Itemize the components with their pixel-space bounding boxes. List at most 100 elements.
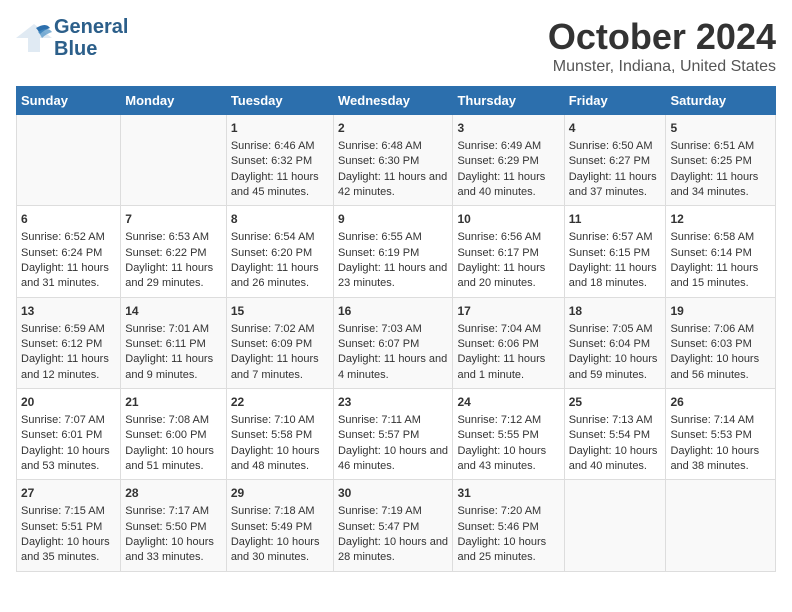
- day-number: 31: [457, 485, 559, 502]
- calendar-cell: 19Sunrise: 7:06 AMSunset: 6:03 PMDayligh…: [666, 297, 776, 388]
- cell-content: Sunrise: 6:52 AM: [21, 230, 116, 245]
- cell-content: Sunset: 6:06 PM: [457, 337, 559, 352]
- day-number: 2: [338, 120, 448, 137]
- cell-content: Sunset: 6:04 PM: [569, 337, 662, 352]
- cell-content: Sunrise: 7:08 AM: [125, 413, 222, 428]
- cell-content: Sunset: 6:11 PM: [125, 337, 222, 352]
- day-number: 18: [569, 303, 662, 320]
- day-number: 22: [231, 394, 329, 411]
- logo-general: General: [54, 16, 128, 38]
- calendar-cell: 25Sunrise: 7:13 AMSunset: 5:54 PMDayligh…: [564, 389, 666, 480]
- calendar-cell: [666, 480, 776, 571]
- calendar-cell: 31Sunrise: 7:20 AMSunset: 5:46 PMDayligh…: [453, 480, 564, 571]
- calendar-cell: 18Sunrise: 7:05 AMSunset: 6:04 PMDayligh…: [564, 297, 666, 388]
- cell-content: Sunset: 5:51 PM: [21, 520, 116, 535]
- cell-content: Sunrise: 7:06 AM: [670, 322, 771, 337]
- calendar-cell: 21Sunrise: 7:08 AMSunset: 6:00 PMDayligh…: [121, 389, 227, 480]
- cell-content: Daylight: 11 hours and 34 minutes.: [670, 170, 771, 201]
- cell-content: Daylight: 10 hours and 35 minutes.: [21, 535, 116, 566]
- cell-content: Daylight: 10 hours and 25 minutes.: [457, 535, 559, 566]
- cell-content: Sunrise: 6:54 AM: [231, 230, 329, 245]
- cell-content: Daylight: 11 hours and 31 minutes.: [21, 261, 116, 292]
- day-number: 17: [457, 303, 559, 320]
- page: General Blue October 2024 Munster, India…: [0, 0, 792, 588]
- cell-content: Daylight: 11 hours and 15 minutes.: [670, 261, 771, 292]
- cell-content: Daylight: 11 hours and 4 minutes.: [338, 352, 448, 383]
- day-number: 24: [457, 394, 559, 411]
- cell-content: Daylight: 10 hours and 28 minutes.: [338, 535, 448, 566]
- day-number: 11: [569, 211, 662, 228]
- cell-content: Daylight: 11 hours and 26 minutes.: [231, 261, 329, 292]
- table-row: 6Sunrise: 6:52 AMSunset: 6:24 PMDaylight…: [17, 206, 776, 297]
- cell-content: Sunrise: 6:56 AM: [457, 230, 559, 245]
- cell-content: Sunset: 6:24 PM: [21, 246, 116, 261]
- cell-content: Sunset: 6:12 PM: [21, 337, 116, 352]
- day-number: 13: [21, 303, 116, 320]
- day-number: 6: [21, 211, 116, 228]
- day-number: 29: [231, 485, 329, 502]
- calendar-cell: 26Sunrise: 7:14 AMSunset: 5:53 PMDayligh…: [666, 389, 776, 480]
- day-number: 23: [338, 394, 448, 411]
- col-header-tuesday: Tuesday: [226, 87, 333, 115]
- calendar-cell: 17Sunrise: 7:04 AMSunset: 6:06 PMDayligh…: [453, 297, 564, 388]
- calendar-cell: 9Sunrise: 6:55 AMSunset: 6:19 PMDaylight…: [333, 206, 452, 297]
- table-row: 27Sunrise: 7:15 AMSunset: 5:51 PMDayligh…: [17, 480, 776, 571]
- cell-content: Sunset: 6:14 PM: [670, 246, 771, 261]
- cell-content: Sunset: 6:20 PM: [231, 246, 329, 261]
- col-header-saturday: Saturday: [666, 87, 776, 115]
- cell-content: Sunrise: 6:59 AM: [21, 322, 116, 337]
- cell-content: Sunrise: 6:55 AM: [338, 230, 448, 245]
- table-row: 1Sunrise: 6:46 AMSunset: 6:32 PMDaylight…: [17, 115, 776, 206]
- cell-content: Sunset: 6:25 PM: [670, 154, 771, 169]
- day-number: 28: [125, 485, 222, 502]
- calendar-cell: 6 Sunrise: 6:52 AMSunset: 6:24 PMDaylight…: [17, 206, 121, 297]
- cell-content: Daylight: 11 hours and 20 minutes.: [457, 261, 559, 292]
- day-number: 4: [569, 120, 662, 137]
- table-row: 20Sunrise: 7:07 AMSunset: 6:01 PMDayligh…: [17, 389, 776, 480]
- day-number: 14: [125, 303, 222, 320]
- cell-content: Sunrise: 7:01 AM: [125, 322, 222, 337]
- cell-content: Sunset: 6:22 PM: [125, 246, 222, 261]
- calendar-cell: 10Sunrise: 6:56 AMSunset: 6:17 PMDayligh…: [453, 206, 564, 297]
- calendar-cell: 22Sunrise: 7:10 AMSunset: 5:58 PMDayligh…: [226, 389, 333, 480]
- cell-content: Sunset: 5:55 PM: [457, 428, 559, 443]
- day-number: 10: [457, 211, 559, 228]
- day-number: 3: [457, 120, 559, 137]
- cell-content: Sunrise: 6:58 AM: [670, 230, 771, 245]
- cell-content: Daylight: 11 hours and 7 minutes.: [231, 352, 329, 383]
- cell-content: Sunrise: 7:11 AM: [338, 413, 448, 428]
- col-header-wednesday: Wednesday: [333, 87, 452, 115]
- calendar-cell: 30Sunrise: 7:19 AMSunset: 5:47 PMDayligh…: [333, 480, 452, 571]
- cell-content: Sunset: 6:07 PM: [338, 337, 448, 352]
- page-subtitle: Munster, Indiana, United States: [548, 58, 776, 76]
- calendar-cell: 20Sunrise: 7:07 AMSunset: 6:01 PMDayligh…: [17, 389, 121, 480]
- calendar-cell: 3Sunrise: 6:49 AMSunset: 6:29 PMDaylight…: [453, 115, 564, 206]
- page-title: October 2024: [548, 16, 776, 58]
- cell-content: Sunset: 6:03 PM: [670, 337, 771, 352]
- cell-content: Sunset: 5:49 PM: [231, 520, 329, 535]
- cell-content: Sunset: 5:53 PM: [670, 428, 771, 443]
- cell-content: Sunrise: 7:12 AM: [457, 413, 559, 428]
- cell-content: Daylight: 10 hours and 38 minutes.: [670, 444, 771, 475]
- cell-content: Sunset: 5:47 PM: [338, 520, 448, 535]
- col-header-thursday: Thursday: [453, 87, 564, 115]
- cell-content: Sunset: 6:30 PM: [338, 154, 448, 169]
- day-number: 26: [670, 394, 771, 411]
- cell-content: Sunrise: 7:19 AM: [338, 504, 448, 519]
- day-number: 8: [231, 211, 329, 228]
- cell-content: Sunrise: 6:49 AM: [457, 139, 559, 154]
- cell-content: Daylight: 10 hours and 48 minutes.: [231, 444, 329, 475]
- cell-content: Sunset: 5:58 PM: [231, 428, 329, 443]
- logo-text: General Blue: [54, 16, 128, 60]
- cell-content: Sunrise: 6:57 AM: [569, 230, 662, 245]
- cell-content: Daylight: 10 hours and 30 minutes.: [231, 535, 329, 566]
- day-number: 19: [670, 303, 771, 320]
- calendar-cell: 27Sunrise: 7:15 AMSunset: 5:51 PMDayligh…: [17, 480, 121, 571]
- cell-content: Daylight: 10 hours and 43 minutes.: [457, 444, 559, 475]
- cell-content: Daylight: 11 hours and 29 minutes.: [125, 261, 222, 292]
- logo: General Blue: [16, 16, 128, 60]
- table-row: 13 Sunrise: 6:59 AMSunset: 6:12 PM Dayligh…: [17, 297, 776, 388]
- cell-content: Sunrise: 6:50 AM: [569, 139, 662, 154]
- calendar-cell: 24 Sunrise: 7:12 AMSunset: 5:55 PMDayligh…: [453, 389, 564, 480]
- cell-content: Sunrise: 7:05 AM: [569, 322, 662, 337]
